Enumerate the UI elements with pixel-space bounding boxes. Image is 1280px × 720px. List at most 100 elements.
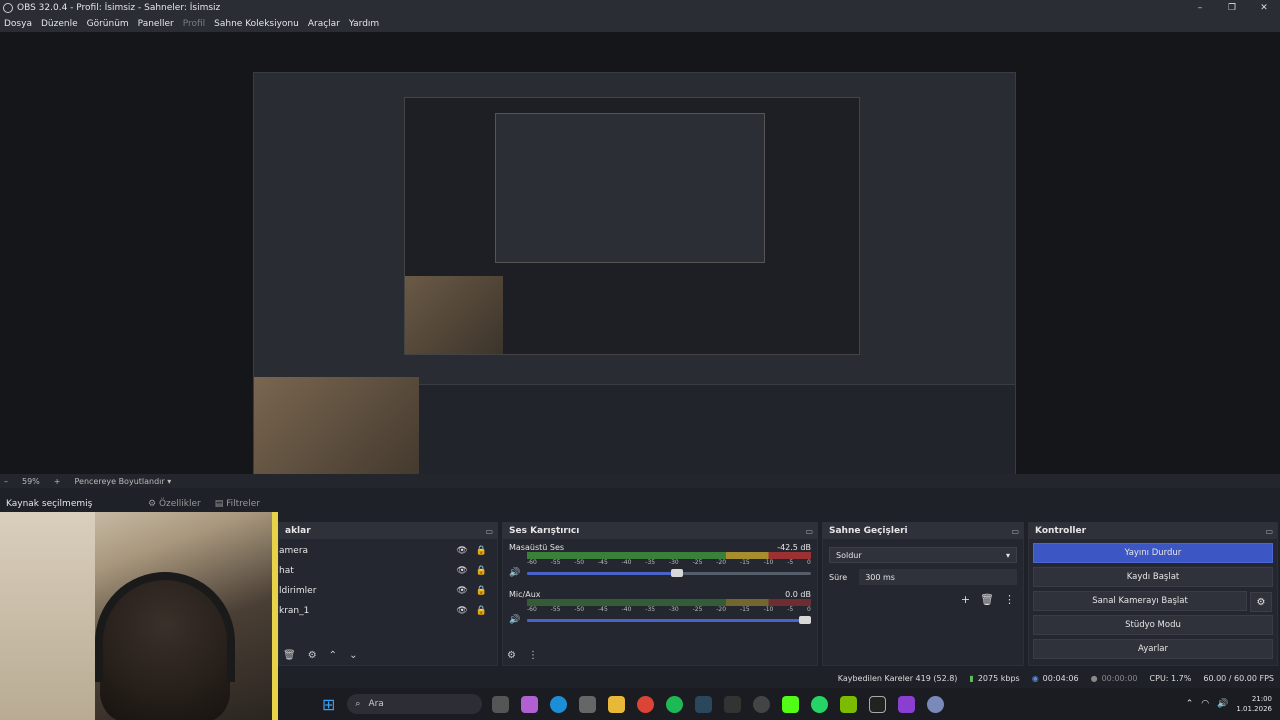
- transition-select[interactable]: Soldur ▾: [829, 547, 1017, 563]
- volume-meter: [527, 552, 811, 559]
- gear-icon[interactable]: ⚙: [1250, 592, 1272, 612]
- close-button[interactable]: ✕: [1248, 0, 1280, 16]
- edge-icon[interactable]: [550, 695, 568, 713]
- eye-icon[interactable]: 👁: [456, 546, 467, 556]
- tray-arrow-icon[interactable]: ⌃: [1186, 699, 1194, 709]
- volume-icon[interactable]: 🔊: [1217, 699, 1228, 709]
- undock-icon[interactable]: ▭: [1011, 527, 1019, 536]
- lock-icon[interactable]: 🔒: [476, 566, 487, 576]
- settings-button[interactable]: Ayarlar: [1033, 639, 1273, 659]
- menu-view[interactable]: Görünüm: [87, 19, 129, 29]
- speaker-icon[interactable]: 🔊: [509, 568, 527, 578]
- meter-tick: -20: [716, 559, 727, 566]
- lock-icon[interactable]: 🔒: [476, 546, 487, 556]
- file-explorer-icon[interactable]: [608, 695, 626, 713]
- eye-icon[interactable]: 👁: [456, 586, 467, 596]
- meter-tick: -45: [597, 606, 608, 613]
- nvidia-icon[interactable]: [840, 695, 858, 713]
- webcam-door: [0, 512, 95, 720]
- add-transition-icon[interactable]: +: [961, 593, 970, 606]
- eye-icon[interactable]: 👁: [456, 566, 467, 576]
- system-tray: ⌃ ◠ 🔊 21:00 1.01.2026: [1186, 688, 1272, 720]
- store-icon[interactable]: [579, 695, 597, 713]
- meter-tick: -20: [716, 606, 727, 613]
- mixer-channel: Mic/Aux 0.0 dB -60 -55 -50 -45 -40 -35 -30 -25 -2…: [503, 586, 817, 625]
- stream-time: 00:04:06: [1042, 673, 1079, 683]
- visual-studio-icon[interactable]: [898, 695, 916, 713]
- transition-selected: Soldur: [836, 550, 862, 560]
- program-preview[interactable]: [0, 32, 1280, 502]
- webcam-headphones: [95, 572, 235, 682]
- record-time: 00:00:00: [1101, 673, 1138, 683]
- lock-icon[interactable]: 🔒: [476, 586, 487, 596]
- source-item[interactable]: kran_1 👁 🔒: [279, 601, 497, 621]
- mixer-menu-icon[interactable]: ⋮: [528, 650, 538, 661]
- app-icon[interactable]: [724, 695, 742, 713]
- menu-scene-collection[interactable]: Sahne Koleksiyonu: [214, 19, 299, 29]
- menu-file[interactable]: Dosya: [4, 19, 32, 29]
- undock-icon[interactable]: ▭: [1265, 527, 1273, 536]
- advanced-audio-icon[interactable]: ⚙: [507, 650, 516, 661]
- remove-transition-icon[interactable]: 🗑: [980, 593, 994, 606]
- source-settings-icon[interactable]: ⚙: [308, 650, 317, 661]
- copilot-icon[interactable]: [521, 695, 539, 713]
- move-up-icon[interactable]: ⌃: [329, 650, 337, 661]
- properties-button[interactable]: ⚙ Özellikler: [148, 499, 201, 509]
- controls-dock: Kontroller ▭ Yayını Durdur Kaydı Başlat S…: [1028, 522, 1278, 666]
- filters-button[interactable]: ▤ Filtreler: [215, 499, 260, 509]
- virtual-camera-button[interactable]: Sanal Kamerayı Başlat ⚙: [1033, 591, 1272, 612]
- studio-mode-button[interactable]: Stüdyo Modu: [1033, 615, 1273, 635]
- transitions-title: Sahne Geçişleri: [829, 526, 908, 536]
- kick-icon[interactable]: [782, 695, 800, 713]
- lock-icon[interactable]: 🔒: [476, 606, 487, 616]
- menu-bar: Dosya Düzenle Görünüm Paneller Profil Sa…: [0, 16, 1280, 32]
- meter-tick: -15: [739, 559, 750, 566]
- menu-docks[interactable]: Paneller: [138, 19, 174, 29]
- minimize-button[interactable]: –: [1184, 0, 1216, 16]
- source-item[interactable]: ldirimler 👁 🔒: [279, 581, 497, 601]
- start-record-button[interactable]: Kaydı Başlat: [1033, 567, 1273, 587]
- menu-help[interactable]: Yardım: [349, 19, 379, 29]
- undock-icon[interactable]: ▭: [805, 527, 813, 536]
- eye-icon[interactable]: 👁: [456, 606, 467, 616]
- properties-label: Özellikler: [158, 499, 201, 509]
- taskbar-search[interactable]: ⌕ Ara: [347, 694, 483, 714]
- zoom-out-button[interactable]: –: [4, 477, 8, 486]
- volume-slider[interactable]: [527, 568, 811, 577]
- undock-icon[interactable]: ▭: [485, 527, 493, 536]
- source-item[interactable]: amera 👁 🔒: [279, 541, 497, 561]
- source-item[interactable]: hat 👁 🔒: [279, 561, 497, 581]
- transition-menu-icon[interactable]: ⋮: [1004, 593, 1015, 606]
- menu-edit[interactable]: Düzenle: [41, 19, 78, 29]
- remove-source-icon[interactable]: 🗑: [283, 650, 296, 661]
- bitrate: 2075 kbps: [977, 673, 1020, 683]
- zoom-mode-select[interactable]: Pencereye Boyutlandır ▾: [74, 477, 171, 486]
- taskbar: ⊞ ⌕ Ara ⌃ ◠ 🔊 21:00 1.01.2026: [278, 688, 1280, 720]
- meter-tick: -35: [645, 559, 656, 566]
- task-view-icon[interactable]: [492, 695, 510, 713]
- speaker-icon[interactable]: 🔊: [509, 615, 527, 625]
- clock[interactable]: 21:00 1.01.2026: [1236, 694, 1272, 714]
- windows-start-icon[interactable]: ⊞: [322, 695, 335, 714]
- volume-knob[interactable]: [799, 615, 811, 624]
- move-down-icon[interactable]: ⌄: [349, 650, 357, 661]
- meter-tick: 0: [807, 559, 811, 566]
- zoom-in-button[interactable]: +: [54, 477, 61, 486]
- chrome-icon[interactable]: [637, 695, 655, 713]
- wifi-icon[interactable]: ◠: [1201, 699, 1209, 709]
- obs-taskbar-icon[interactable]: [753, 695, 771, 713]
- nested-preview-inner: [495, 113, 765, 263]
- no-source-label: Kaynak seçilmemiş: [6, 499, 93, 509]
- menu-tools[interactable]: Araçlar: [308, 19, 340, 29]
- steam-icon[interactable]: [695, 695, 713, 713]
- volume-slider[interactable]: [527, 615, 811, 624]
- g-hub-icon[interactable]: [869, 695, 887, 713]
- spotify-icon[interactable]: [666, 695, 684, 713]
- duration-input[interactable]: 300 ms: [859, 569, 1017, 585]
- whatsapp-icon[interactable]: [811, 695, 829, 713]
- stop-stream-button[interactable]: Yayını Durdur: [1033, 543, 1273, 563]
- menu-profile[interactable]: Profil: [183, 19, 205, 29]
- maximize-button[interactable]: ❐: [1216, 0, 1248, 16]
- misc-app-icon[interactable]: [927, 695, 945, 713]
- volume-knob[interactable]: [671, 568, 684, 577]
